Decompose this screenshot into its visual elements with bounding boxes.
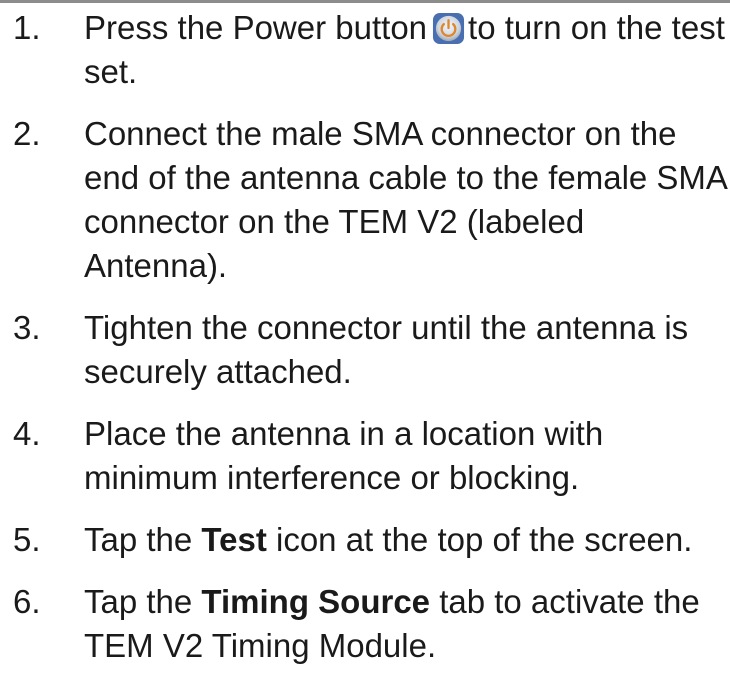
step-4: 4. Place the antenna in a location with … [0, 412, 730, 500]
step-text: Tighten the connector until the antenna … [84, 309, 689, 390]
top-divider [0, 0, 730, 3]
step-text: Place the antenna in a location with min… [84, 415, 604, 496]
step-text: Connect the male SMA connector on the en… [84, 115, 727, 284]
step-number: 1. [13, 9, 41, 46]
step-text-part: Tap the [84, 583, 193, 620]
step-number: 4. [13, 415, 41, 452]
step-5: 5. Tap the Test icon at the top of the s… [0, 518, 730, 562]
step-text-part: Tap the [84, 521, 193, 558]
step-text: Tap the Test icon at the top of the scre… [84, 518, 730, 562]
step-text: Tap the Timing Source tab to activate th… [84, 580, 730, 668]
step-6: 6. Tap the Timing Source tab to activate… [0, 580, 730, 668]
step-2: 2. Connect the male SMA connector on the… [0, 112, 730, 288]
step-text-part: icon at the top of the screen. [276, 521, 693, 558]
timing-source-tab-reference: Timing Source [201, 583, 431, 620]
procedure-steps: 1. Press the Power button to turn on the… [0, 6, 730, 668]
step-number: 5. [13, 521, 41, 558]
step-3: 3. Tighten the connector until the anten… [0, 306, 730, 394]
power-icon [433, 12, 465, 45]
step-number: 6. [13, 583, 41, 620]
test-icon-reference: Test [201, 521, 267, 558]
step-number: 3. [13, 309, 41, 346]
step-text-part: Press the Power button [84, 9, 428, 46]
step-number: 2. [13, 115, 41, 152]
step-1: 1. Press the Power button to turn on the… [0, 6, 730, 94]
step-text: Press the Power button to turn on the te… [84, 6, 730, 94]
